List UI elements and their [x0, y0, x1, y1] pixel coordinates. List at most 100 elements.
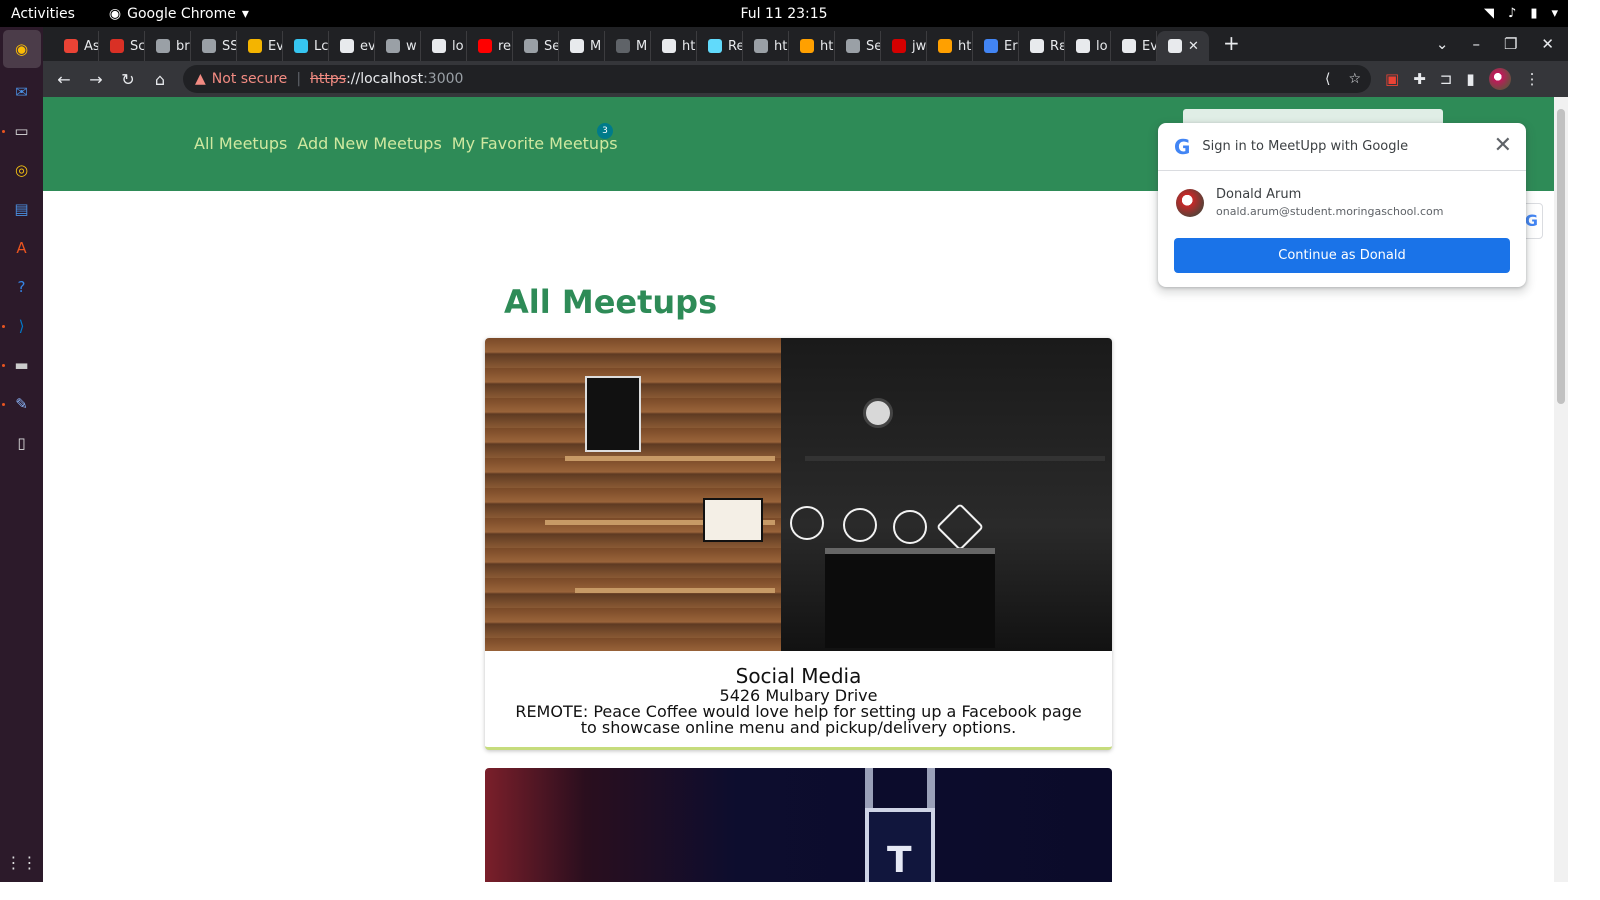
menu-kebab-icon[interactable]: ⋮	[1525, 70, 1540, 88]
share-icon[interactable]: ⟨	[1325, 71, 1330, 87]
show-apps-grid-icon[interactable]: ⋮⋮	[6, 853, 38, 872]
system-clock[interactable]: Ful 11 23:15	[740, 6, 827, 22]
browser-tab[interactable]: w	[375, 31, 421, 61]
browser-tab[interactable]: SS	[191, 31, 237, 61]
browser-tab[interactable]: Ev	[1111, 31, 1157, 61]
chrome-icon: ◉	[14, 40, 29, 58]
puzzle-icon[interactable]: ✚	[1413, 70, 1426, 88]
browser-tab[interactable]: Sc	[99, 31, 145, 61]
tab-title: jw	[912, 38, 927, 54]
nav-favorites[interactable]: My Favorite Meetups	[452, 134, 618, 153]
dock-rhythmbox[interactable]: ◎	[7, 155, 37, 185]
tab-title: As	[84, 38, 99, 54]
url-scheme: https	[310, 71, 347, 87]
tab-title: lo	[1096, 38, 1108, 54]
browser-tab[interactable]: ht	[743, 31, 789, 61]
dock-thunderbird[interactable]: ✉	[7, 77, 37, 107]
tab-favicon-icon	[524, 39, 538, 53]
window-close-icon[interactable]: ✕	[1541, 35, 1554, 53]
browser-tab[interactable]: M	[605, 31, 651, 61]
account-row[interactable]: Donald Arum onald.arum@student.moringasc…	[1158, 171, 1526, 218]
browser-tab[interactable]: lo	[1065, 31, 1111, 61]
browser-tab[interactable]: re	[467, 31, 513, 61]
browser-tab[interactable]: As	[53, 31, 99, 61]
chrome-icon: ◉	[108, 5, 122, 22]
browser-tab[interactable]: Rε	[1019, 31, 1065, 61]
dock-usb[interactable]: ▯	[7, 428, 37, 458]
browser-tab[interactable]: lo	[421, 31, 467, 61]
browser-tab[interactable]: Se	[835, 31, 881, 61]
browser-tab[interactable]: br	[145, 31, 191, 61]
browser-tab[interactable]: M	[559, 31, 605, 61]
tab-favicon-icon	[892, 39, 906, 53]
browser-tab[interactable]: ht	[927, 31, 973, 61]
security-status[interactable]: Not secure	[212, 71, 288, 87]
dock-chrome[interactable]: ◉	[2, 30, 41, 68]
dock-writer[interactable]: ▤	[7, 194, 37, 224]
browser-tab[interactable]: ht	[789, 31, 835, 61]
meetup-details: Social Media 5426 Mulbary Drive REMOTE: …	[485, 651, 1112, 736]
side-panel-icon[interactable]: ▮	[1466, 70, 1474, 88]
system-tray[interactable]: ◥ ♪ ▮ ▾	[1484, 6, 1558, 21]
nav-all-meetups[interactable]: All Meetups	[194, 134, 287, 153]
browser-tab[interactable]: Lc	[283, 31, 329, 61]
meetup-card-image-partial[interactable]: T	[485, 768, 1112, 882]
bookmark-star-icon[interactable]: ☆	[1348, 71, 1361, 87]
system-top-bar: Activities ◉ Google Chrome ▾ Ful 11 23:1…	[0, 0, 1568, 27]
browser-tab[interactable]: Ev	[237, 31, 283, 61]
tab-close-icon[interactable]: ✕	[1188, 39, 1199, 54]
dock-text-editor[interactable]: ✎	[1, 389, 37, 419]
continue-button[interactable]: Continue as Donald	[1174, 238, 1510, 273]
tab-title: re	[498, 38, 512, 54]
dock-files[interactable]: ▭	[1, 116, 37, 146]
nav-add-new-meetup[interactable]: Add New Meetups	[297, 134, 441, 153]
tab-favicon-icon	[386, 39, 400, 53]
tab-title: M	[636, 38, 648, 54]
browser-tab[interactable]: Er	[973, 31, 1019, 61]
extension-icon[interactable]: ▣	[1385, 70, 1399, 88]
browser-tab[interactable]: ev	[329, 31, 375, 61]
tab-favicon-icon	[800, 39, 814, 53]
address-bar[interactable]: ▲ Not secure | https://localhost:3000 ⟨ …	[183, 65, 1371, 93]
meetup-description: REMOTE: Peace Coffee would love help for…	[515, 702, 1082, 737]
dock-software[interactable]: A	[7, 233, 37, 263]
profile-avatar[interactable]	[1488, 68, 1511, 90]
scrollbar-thumb[interactable]	[1557, 109, 1565, 404]
handshake-icon	[1168, 39, 1182, 53]
tab-favicon-icon	[616, 39, 630, 53]
tab-search-icon[interactable]: ⌄	[1436, 35, 1449, 53]
page-scrollbar[interactable]	[1554, 97, 1568, 882]
browser-tab[interactable]: jw	[881, 31, 927, 61]
dock-vscode[interactable]: ⟩	[1, 311, 37, 341]
main-nav: All Meetups Add New Meetups My Favorite …	[194, 134, 618, 153]
folder-icon: ▭	[14, 122, 29, 140]
forward-icon[interactable]: →	[87, 70, 105, 89]
tab-title: ht	[958, 38, 972, 54]
back-icon[interactable]: ←	[55, 70, 73, 89]
restore-icon[interactable]: ❐	[1504, 35, 1517, 53]
signin-popup-title: Sign in to MeetUpp with Google	[1202, 139, 1409, 154]
tab-favicon-icon	[478, 39, 492, 53]
active-tab[interactable]: ✕	[1157, 31, 1209, 61]
browser-tab[interactable]: Se	[513, 31, 559, 61]
home-icon[interactable]: ⌂	[151, 70, 169, 89]
account-avatar	[1176, 188, 1204, 217]
tab-favicon-icon	[110, 39, 124, 53]
dock-help[interactable]: ?	[7, 272, 37, 302]
dock-terminal[interactable]: ▬	[1, 350, 37, 380]
browser-tab[interactable]: Re	[697, 31, 743, 61]
warning-icon: ▲	[195, 71, 206, 87]
tab-title: ht	[774, 38, 788, 54]
browser-tab[interactable]: ht	[651, 31, 697, 61]
new-tab-button[interactable]: +	[1223, 31, 1240, 55]
reload-icon[interactable]: ↻	[119, 70, 137, 89]
wifi-icon: ◥	[1484, 6, 1495, 21]
app-menu[interactable]: ◉ Google Chrome ▾	[109, 6, 249, 22]
document-icon: ▤	[14, 200, 29, 218]
minimize-icon[interactable]: –	[1472, 35, 1480, 53]
cast-icon[interactable]: ⊐	[1440, 70, 1453, 88]
close-icon[interactable]: ✕	[1494, 135, 1512, 157]
volume-icon: ♪	[1508, 6, 1517, 21]
activities-button[interactable]: Activities	[11, 6, 75, 22]
meetup-card[interactable]: Social Media 5426 Mulbary Drive REMOTE: …	[485, 338, 1112, 750]
